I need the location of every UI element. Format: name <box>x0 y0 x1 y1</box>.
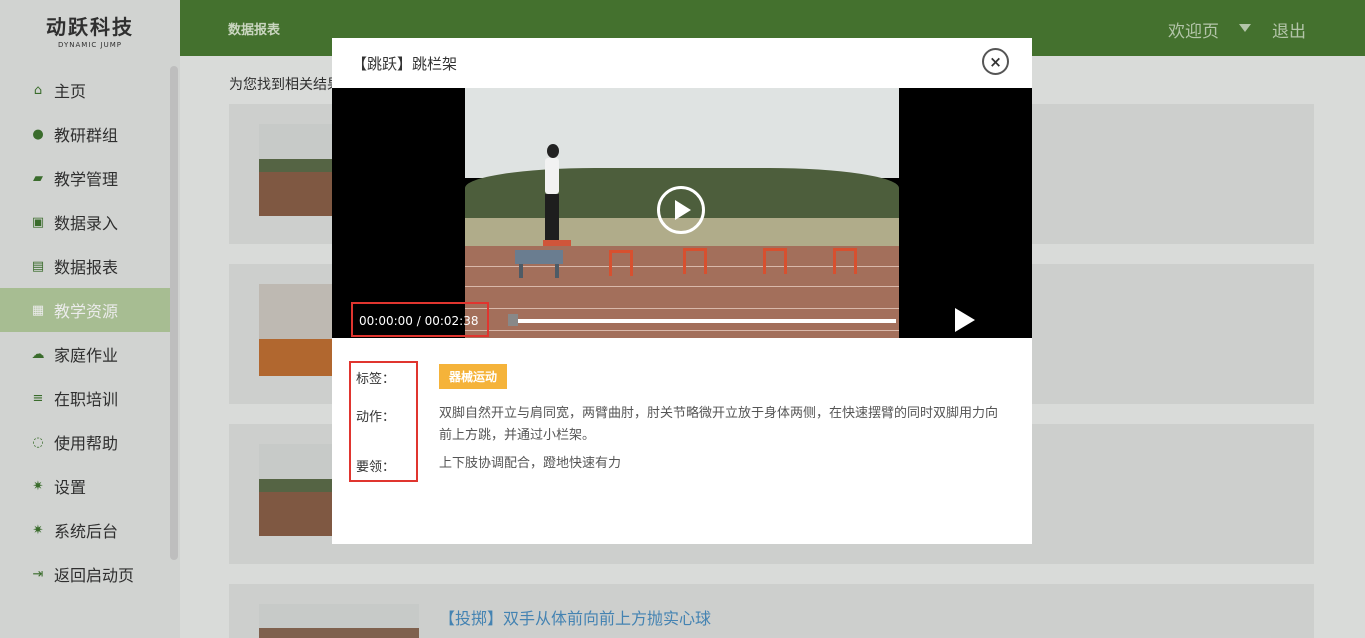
video-player[interactable]: 00:00:00 / 00:02:38 <box>332 88 1032 338</box>
highlight-box-labels <box>349 361 418 482</box>
progress-handle[interactable] <box>508 314 518 326</box>
video-progress-bar[interactable] <box>510 319 896 323</box>
video-modal: 【跳跃】跳栏架 × 00:00:00 / 00:02:38 标签： 器械运动 动… <box>332 38 1032 544</box>
tag-badge[interactable]: 器械运动 <box>439 364 508 389</box>
play-icon[interactable] <box>955 308 975 332</box>
hurdle <box>609 250 633 276</box>
hurdle <box>683 248 707 274</box>
action-text: 双脚自然开立与肩同宽，两臂曲肘，肘关节略微开立放于身体两侧，在快速摆臂的同时双脚… <box>439 406 999 443</box>
center-play-icon[interactable] <box>657 186 705 234</box>
athlete <box>539 144 571 248</box>
key-points-text: 上下肢协调配合，蹬地快速有力 <box>439 456 622 471</box>
jump-box <box>515 250 563 264</box>
close-icon[interactable]: × <box>982 48 1009 75</box>
hurdle <box>763 248 787 274</box>
hurdle <box>833 248 857 274</box>
highlight-box-time <box>351 302 489 337</box>
modal-title: 【跳跃】跳栏架 <box>352 55 458 73</box>
